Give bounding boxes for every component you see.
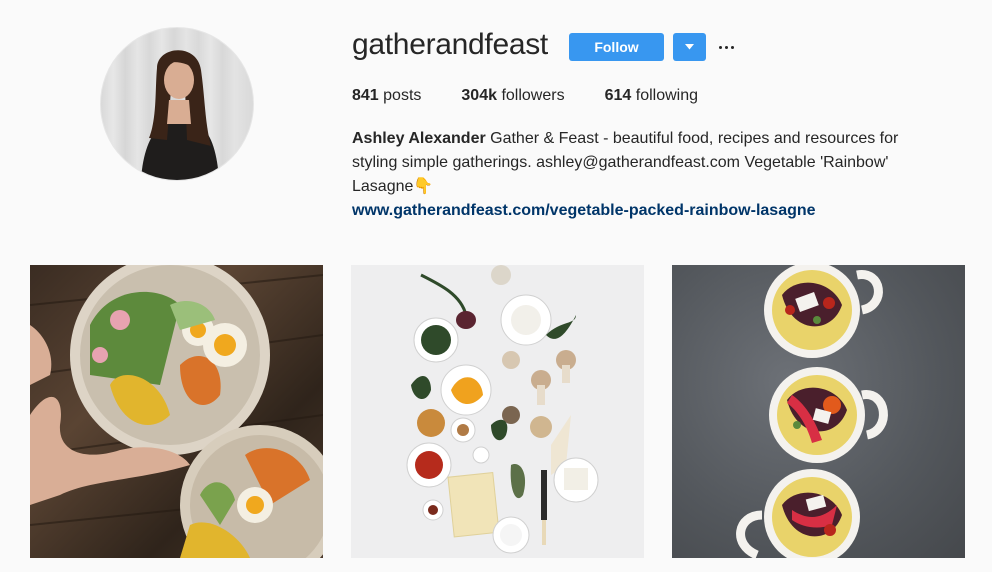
following-count: 614 [604, 87, 632, 104]
following-label: following [635, 87, 699, 104]
post-thumbnail-3[interactable] [672, 265, 965, 558]
follow-button[interactable]: Follow [569, 33, 664, 61]
more-options-icon [718, 45, 722, 49]
profile-stats: 841 posts 304k followers 614 following [352, 87, 738, 105]
followers-label: followers [501, 87, 565, 104]
followers-count: 304k [461, 87, 497, 104]
profile-avatar[interactable] [100, 27, 254, 181]
post-image-3 [736, 265, 888, 558]
more-options-button[interactable] [716, 38, 736, 56]
suggestions-dropdown-button[interactable] [673, 33, 706, 61]
bio-website-link[interactable]: www.gatherandfeast.com/vegetable-packed-… [352, 199, 942, 223]
post-thumbnail-2[interactable] [351, 265, 644, 558]
chevron-down-icon [685, 44, 694, 50]
posts-count: 841 [352, 87, 379, 104]
username-heading: gatherandfeast [352, 28, 548, 61]
pointing-down-emoji-icon: 👇 [413, 178, 434, 195]
post-image-1 [30, 265, 323, 558]
posts-stat: 841 posts [352, 87, 421, 105]
full-name: Ashley Alexander [352, 130, 486, 147]
post-image-2 [406, 265, 599, 554]
avatar-photo [141, 50, 219, 180]
following-stat[interactable]: 614 following [605, 87, 698, 105]
post-thumbnail-1[interactable] [30, 265, 323, 558]
followers-stat[interactable]: 304k followers [461, 87, 564, 105]
posts-label: posts [383, 87, 422, 104]
profile-bio: Ashley Alexander Gather & Feast - beauti… [352, 127, 942, 223]
